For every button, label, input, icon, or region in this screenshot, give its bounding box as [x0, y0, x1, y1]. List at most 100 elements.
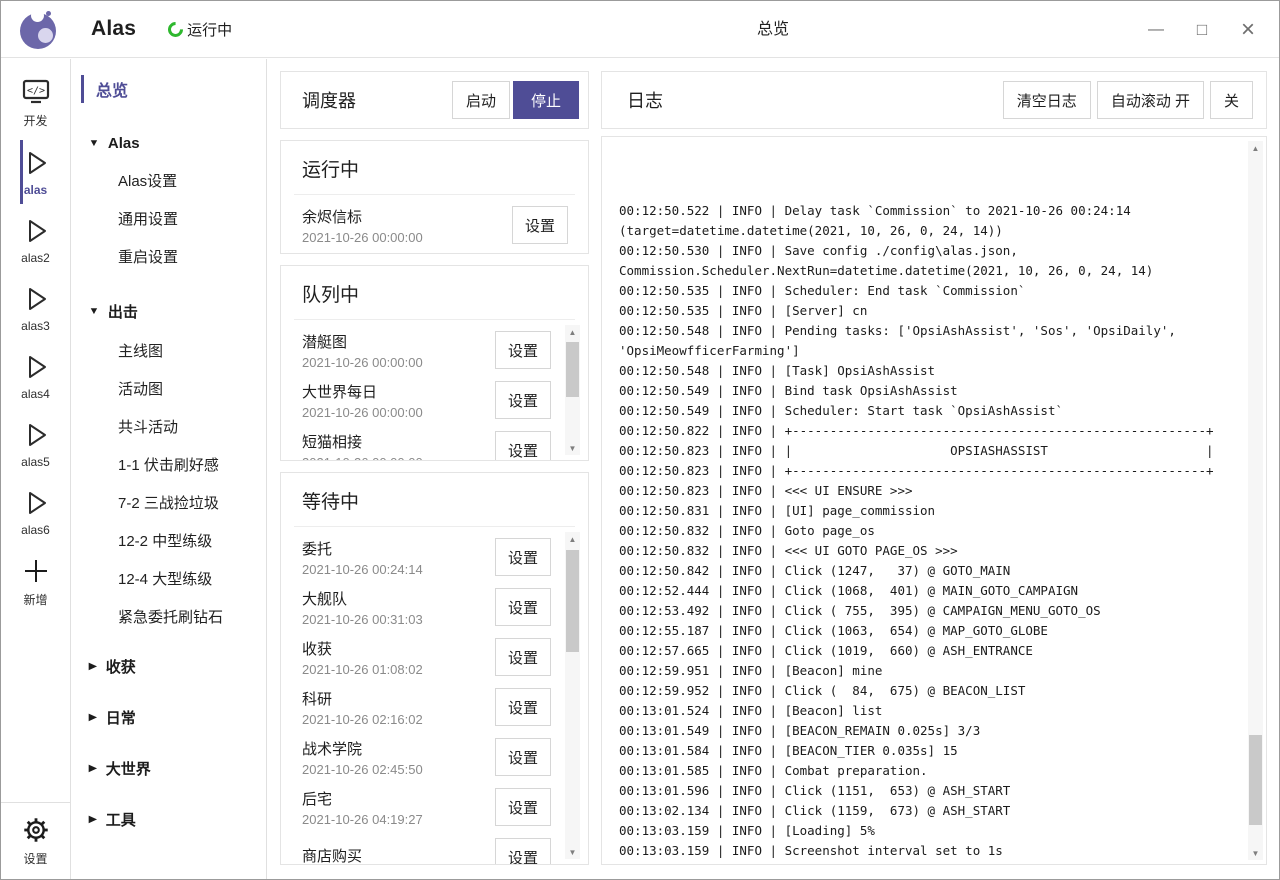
clear-log-button[interactable]: 清空日志	[1003, 81, 1091, 119]
task-setting-button[interactable]: 设置	[495, 538, 551, 576]
task-time: 2021-10-26 04:19:27	[302, 812, 495, 827]
scroll-down-icon[interactable]: ▼	[565, 845, 580, 859]
app-window: Alas 运行中 总览 — □ × </> 开发 ala	[0, 0, 1280, 880]
waiting-card-title: 等待中	[294, 473, 575, 527]
task-info: 收获 2021-10-26 01:08:02	[302, 638, 495, 677]
stop-button[interactable]: 停止	[513, 81, 579, 119]
task-name: 大舰队	[302, 588, 495, 609]
task-info: 商店购买	[302, 845, 495, 864]
menu-entry-label: 7-2 三战捡垃圾	[118, 492, 219, 513]
scrollbar-thumb[interactable]	[1249, 735, 1262, 825]
menu-entry-label: 1-1 伏击刷好感	[118, 454, 219, 475]
play-icon	[20, 350, 52, 384]
gear-icon	[21, 813, 51, 847]
task-setting-button[interactable]: 设置	[495, 738, 551, 776]
menu-entry[interactable]: 重启设置	[71, 238, 266, 275]
waiting-card: 等待中 委托 2021-10-26 00:24:14 设置	[280, 472, 589, 865]
log-column: 日志 清空日志 自动滚动 开 关 00:12:50.522 | INFO | D…	[601, 71, 1267, 865]
menu-entry[interactable]: 活动图	[71, 370, 266, 407]
menu-entry[interactable]: 紧急委托刷钻石	[71, 598, 266, 635]
menu-entry-label: 工具	[106, 809, 136, 830]
rail-item-instance[interactable]: alas4	[20, 342, 52, 410]
code-monitor-icon: </>	[20, 75, 52, 109]
autoscroll-off-button[interactable]: 关	[1210, 81, 1253, 119]
task-setting-button[interactable]: 设置	[495, 331, 551, 369]
menu-entry[interactable]: 主线图	[71, 332, 266, 369]
app-title: Alas	[91, 17, 136, 41]
menu-entry[interactable]: ▼ 出击	[71, 292, 266, 331]
scrollbar[interactable]: ▲ ▼	[565, 325, 580, 455]
rail-item-label: alas2	[21, 251, 50, 265]
menu-entry[interactable]: ▶ 工具	[71, 800, 266, 839]
page-title: 总览	[267, 1, 1279, 58]
minimize-icon[interactable]: —	[1133, 1, 1179, 58]
scroll-down-icon[interactable]: ▼	[1248, 846, 1263, 860]
rail-item-label: alas5	[21, 455, 50, 469]
alas-logo-icon	[18, 9, 58, 49]
instance-list: alas alas2 alas3	[20, 138, 52, 546]
log-line: 00:12:50.832 | INFO | Goto page_os	[619, 521, 1240, 541]
log-line: 00:12:50.832 | INFO | <<< UI GOTO PAGE_O…	[619, 541, 1240, 561]
pending-task-list: 潜艇图 2021-10-26 00:00:00 设置 大世界每日 2021-10…	[281, 320, 588, 460]
task-setting-button[interactable]: 设置	[495, 638, 551, 676]
menu-entry[interactable]: 7-2 三战捡垃圾	[71, 484, 266, 521]
scroll-down-icon[interactable]: ▼	[565, 441, 580, 455]
menu-entry[interactable]: 12-4 大型练级	[71, 560, 266, 597]
menu-entry[interactable]: ▶ 大世界	[71, 749, 266, 788]
menu-entry[interactable]: ▶ 收获	[71, 647, 266, 686]
task-time: 2021-10-26 00:00:00	[302, 455, 495, 461]
menu-item-overview[interactable]: 总览	[71, 69, 266, 109]
scrollbar-thumb[interactable]	[566, 550, 579, 652]
scrollbar-thumb[interactable]	[566, 342, 579, 397]
rail-item-instance[interactable]: alas3	[20, 274, 52, 342]
menu-entry-label: 12-2 中型练级	[118, 530, 212, 551]
rail-item-add[interactable]: 新增	[1, 546, 70, 617]
scheduler-header: 调度器 启动 停止	[280, 71, 589, 129]
task-setting-button[interactable]: 设置	[495, 688, 551, 726]
menu-entry-label: 出击	[108, 301, 138, 322]
scroll-up-icon[interactable]: ▲	[565, 532, 580, 546]
task-info: 潜艇图 2021-10-26 00:00:00	[302, 331, 495, 370]
maximize-icon[interactable]: □	[1179, 1, 1225, 58]
task-setting-button[interactable]: 设置	[512, 206, 568, 244]
section-arrow-icon: ▼	[89, 306, 100, 317]
scroll-up-icon[interactable]: ▲	[1248, 141, 1263, 155]
pending-card-title: 队列中	[294, 266, 575, 320]
menu-entry[interactable]: 12-2 中型练级	[71, 522, 266, 559]
menu-entry[interactable]: 通用设置	[71, 200, 266, 237]
autoscroll-on-button[interactable]: 自动滚动 开	[1097, 81, 1204, 119]
menu-entry[interactable]: 共斗活动	[71, 408, 266, 445]
task-setting-button[interactable]: 设置	[495, 588, 551, 626]
log-line: 00:13:08.917 | INFO | Combat execute	[619, 861, 1240, 862]
menu-entry[interactable]: 1-1 伏击刷好感	[71, 446, 266, 483]
rail-item-settings[interactable]: 设置	[1, 802, 70, 879]
task-info: 后宅 2021-10-26 04:19:27	[302, 788, 495, 827]
rail-item-instance[interactable]: alas5	[20, 410, 52, 478]
task-setting-button[interactable]: 设置	[495, 381, 551, 419]
task-menu: 总览 ▼ Alas Alas设置 通用设置	[71, 59, 267, 879]
instance-rail: </> 开发 alas alas2	[1, 59, 71, 879]
task-setting-button[interactable]: 设置	[495, 788, 551, 826]
menu-entry[interactable]: ▶ 日常	[71, 698, 266, 737]
task-info: 余烬信标 2021-10-26 00:00:00	[302, 206, 512, 245]
rail-item-instance[interactable]: alas6	[20, 478, 52, 546]
task-setting-button[interactable]: 设置	[495, 838, 551, 864]
task-setting-button[interactable]: 设置	[495, 431, 551, 460]
log-line: 00:12:50.535 | INFO | [Server] cn	[619, 301, 1240, 321]
close-icon[interactable]: ×	[1225, 1, 1271, 58]
menu-entry-label: 12-4 大型练级	[118, 568, 212, 589]
start-button[interactable]: 启动	[452, 81, 510, 119]
rail-item-instance[interactable]: alas	[20, 138, 52, 206]
scrollbar[interactable]: ▲ ▼	[565, 532, 580, 859]
menu-entry[interactable]: Alas设置	[71, 162, 266, 199]
log-line: 00:12:50.549 | INFO | Scheduler: Start t…	[619, 401, 1240, 421]
menu-entry-label: 收获	[106, 656, 136, 677]
menu-entry[interactable]: ▼ Alas	[71, 126, 266, 161]
task-name: 科研	[302, 688, 495, 709]
main-content: 调度器 启动 停止 运行中 余烬信标 2021-10-26 00:00:00 设…	[267, 58, 1279, 879]
scroll-up-icon[interactable]: ▲	[565, 325, 580, 339]
log-header: 日志 清空日志 自动滚动 开 关	[601, 71, 1267, 129]
scrollbar[interactable]: ▲ ▼	[1248, 141, 1263, 860]
rail-item-dev[interactable]: </> 开发	[1, 67, 70, 138]
rail-item-instance[interactable]: alas2	[20, 206, 52, 274]
